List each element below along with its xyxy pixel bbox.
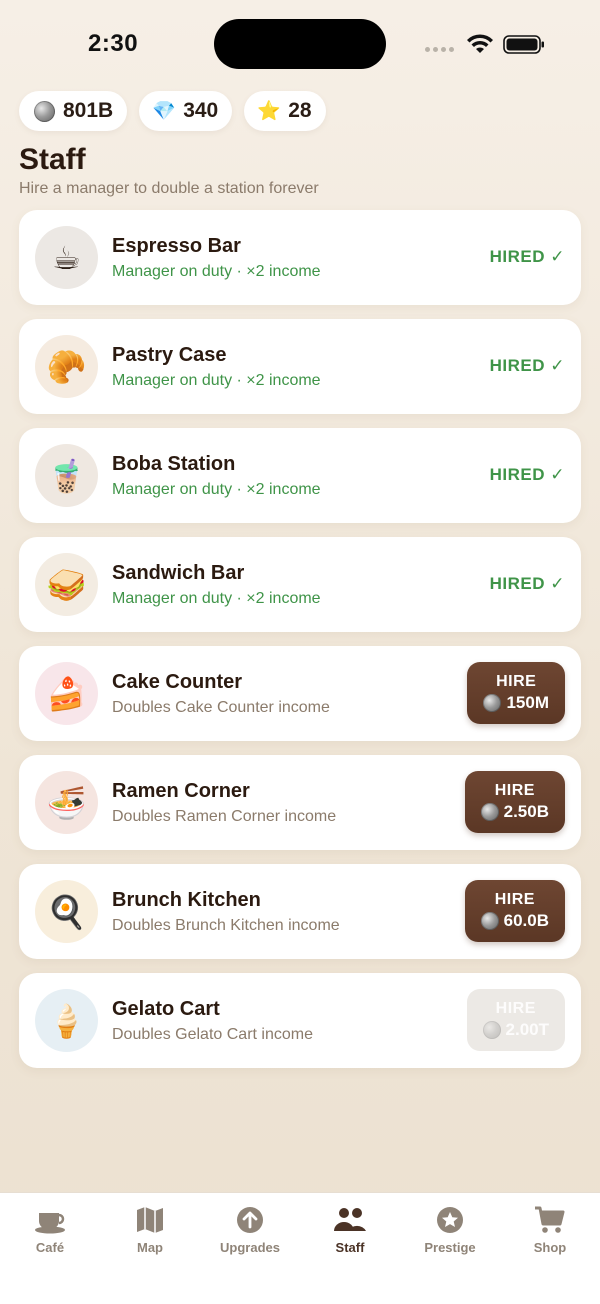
status-time: 2:30 (88, 30, 139, 57)
hire-button-disabled[interactable]: HIRE 2.00T (466, 989, 565, 1051)
frying-pan-egg-icon: 🍳 (35, 880, 98, 943)
coin-icon (483, 694, 502, 712)
station-card-pastry-case: 🥐 Pastry Case Manager on duty · ×2 incom… (19, 319, 581, 414)
hire-label: HIRE (494, 782, 535, 799)
hire-cost: 150M (483, 693, 549, 713)
tab-label: Café (35, 1240, 65, 1255)
station-card-cake-counter: 🍰 Cake Counter Doubles Cake Counter inco… (19, 646, 581, 741)
coins-chip: 801B (19, 91, 128, 131)
hire-cost: 2.50B (480, 802, 549, 822)
signal-dots-icon (425, 47, 454, 52)
page-subtitle: Hire a manager to double a station forev… (19, 180, 319, 197)
hire-cost-value: 2.50B (503, 802, 549, 821)
tab-shop[interactable]: Shop (500, 1205, 600, 1255)
dynamic-island (214, 19, 386, 69)
battery-icon (503, 35, 544, 54)
station-desc: Manager on duty · ×2 income (112, 481, 321, 498)
station-name: Pastry Case (112, 344, 227, 366)
hire-cost-value: 2.00T (505, 1020, 549, 1039)
ice-cream-cone-icon: 🍦 (35, 989, 98, 1052)
tab-upgrades[interactable]: Upgrades (200, 1205, 300, 1255)
hired-status: HIRED ✓ (489, 465, 565, 484)
tab-label: Shop (533, 1240, 567, 1255)
station-name: Brunch Kitchen (112, 889, 261, 911)
hire-button[interactable]: HIRE 2.50B (464, 771, 565, 833)
station-card-ramen-corner: 🍜 Ramen Corner Doubles Ramen Corner inco… (19, 755, 581, 850)
tab-staff[interactable]: Staff (300, 1205, 400, 1255)
gems-value: 340 (183, 99, 219, 122)
hired-status: HIRED ✓ (489, 356, 565, 375)
station-card-espresso-bar: ☕ Espresso Bar Manager on duty · ×2 inco… (19, 210, 581, 305)
hire-cost: 2.00T (482, 1020, 549, 1040)
tab-prestige[interactable]: Prestige (400, 1205, 500, 1255)
tab-label: Prestige (424, 1240, 476, 1255)
sandwich-icon: 🥪 (35, 553, 98, 616)
tab-label: Upgrades (220, 1240, 280, 1255)
tab-label: Map (137, 1240, 163, 1255)
currency-bar: 801B 💎 340 ⭐ 28 (19, 91, 326, 131)
tab-bar: Café Map Upgrades Staff Prestige Shop (0, 1192, 600, 1304)
station-card-brunch-kitchen: 🍳 Brunch Kitchen Doubles Brunch Kitchen … (19, 864, 581, 959)
station-desc: Doubles Ramen Corner income (112, 808, 337, 825)
hire-label: HIRE (496, 673, 537, 690)
station-card-boba-station: 🧋 Boba Station Manager on duty · ×2 inco… (19, 428, 581, 523)
station-name: Ramen Corner (112, 780, 250, 802)
status-bar: 2:30 (0, 0, 600, 90)
shopping-cart-icon (535, 1206, 565, 1233)
station-name: Espresso Bar (112, 235, 241, 257)
wifi-icon (467, 34, 493, 53)
station-card-sandwich-bar: 🥪 Sandwich Bar Manager on duty · ×2 inco… (19, 537, 581, 632)
station-desc: Doubles Gelato Cart income (112, 1026, 313, 1043)
hire-cost-value: 150M (506, 693, 549, 712)
hire-cost-value: 60.0B (503, 911, 549, 930)
station-card-gelato-cart: 🍦 Gelato Cart Doubles Gelato Cart income… (19, 973, 581, 1068)
prestige-star-icon (437, 1207, 463, 1233)
upgrade-arrow-icon (237, 1207, 263, 1233)
station-name: Cake Counter (112, 671, 243, 693)
coin-icon (33, 100, 55, 122)
cake-slice-icon: 🍰 (35, 662, 98, 725)
star-icon: ⭐ (257, 101, 282, 122)
ramen-bowl-icon: 🍜 (35, 771, 98, 834)
hire-button[interactable]: HIRE 150M (467, 662, 565, 724)
hire-label: HIRE (495, 1000, 536, 1017)
coin-icon (482, 1021, 501, 1039)
station-desc: Manager on duty · ×2 income (112, 590, 321, 607)
hire-label: HIRE (494, 891, 535, 908)
coin-icon (480, 803, 499, 821)
hire-cost: 60.0B (480, 911, 549, 931)
page-title: Staff (19, 143, 86, 176)
tab-label: Staff (335, 1240, 365, 1255)
coins-value: 801B (63, 99, 114, 122)
staff-people-icon (334, 1208, 366, 1231)
station-desc: Doubles Brunch Kitchen income (112, 917, 340, 934)
gem-icon: 💎 (152, 101, 177, 122)
cafe-cup-icon (35, 1213, 65, 1234)
coffee-cup-icon: ☕ (35, 226, 98, 289)
stars-chip: ⭐ 28 (244, 91, 326, 131)
stars-value: 28 (288, 99, 312, 122)
staff-list: ☕ Espresso Bar Manager on duty · ×2 inco… (19, 210, 581, 1082)
hired-status: HIRED ✓ (489, 574, 565, 593)
tab-map[interactable]: Map (100, 1205, 200, 1255)
hire-button[interactable]: HIRE 60.0B (464, 880, 565, 942)
station-name: Gelato Cart (112, 998, 220, 1020)
station-name: Boba Station (112, 453, 236, 475)
bubble-tea-icon: 🧋 (35, 444, 98, 507)
gems-chip: 💎 340 (139, 91, 233, 131)
tab-cafe[interactable]: Café (0, 1205, 100, 1255)
croissant-icon: 🥐 (35, 335, 98, 398)
station-desc: Manager on duty · ×2 income (112, 263, 321, 280)
station-desc: Manager on duty · ×2 income (112, 372, 321, 389)
station-name: Sandwich Bar (112, 562, 245, 584)
hired-status: HIRED ✓ (489, 247, 565, 266)
station-desc: Doubles Cake Counter income (112, 699, 330, 716)
coin-icon (480, 912, 499, 930)
map-icon (137, 1207, 163, 1233)
